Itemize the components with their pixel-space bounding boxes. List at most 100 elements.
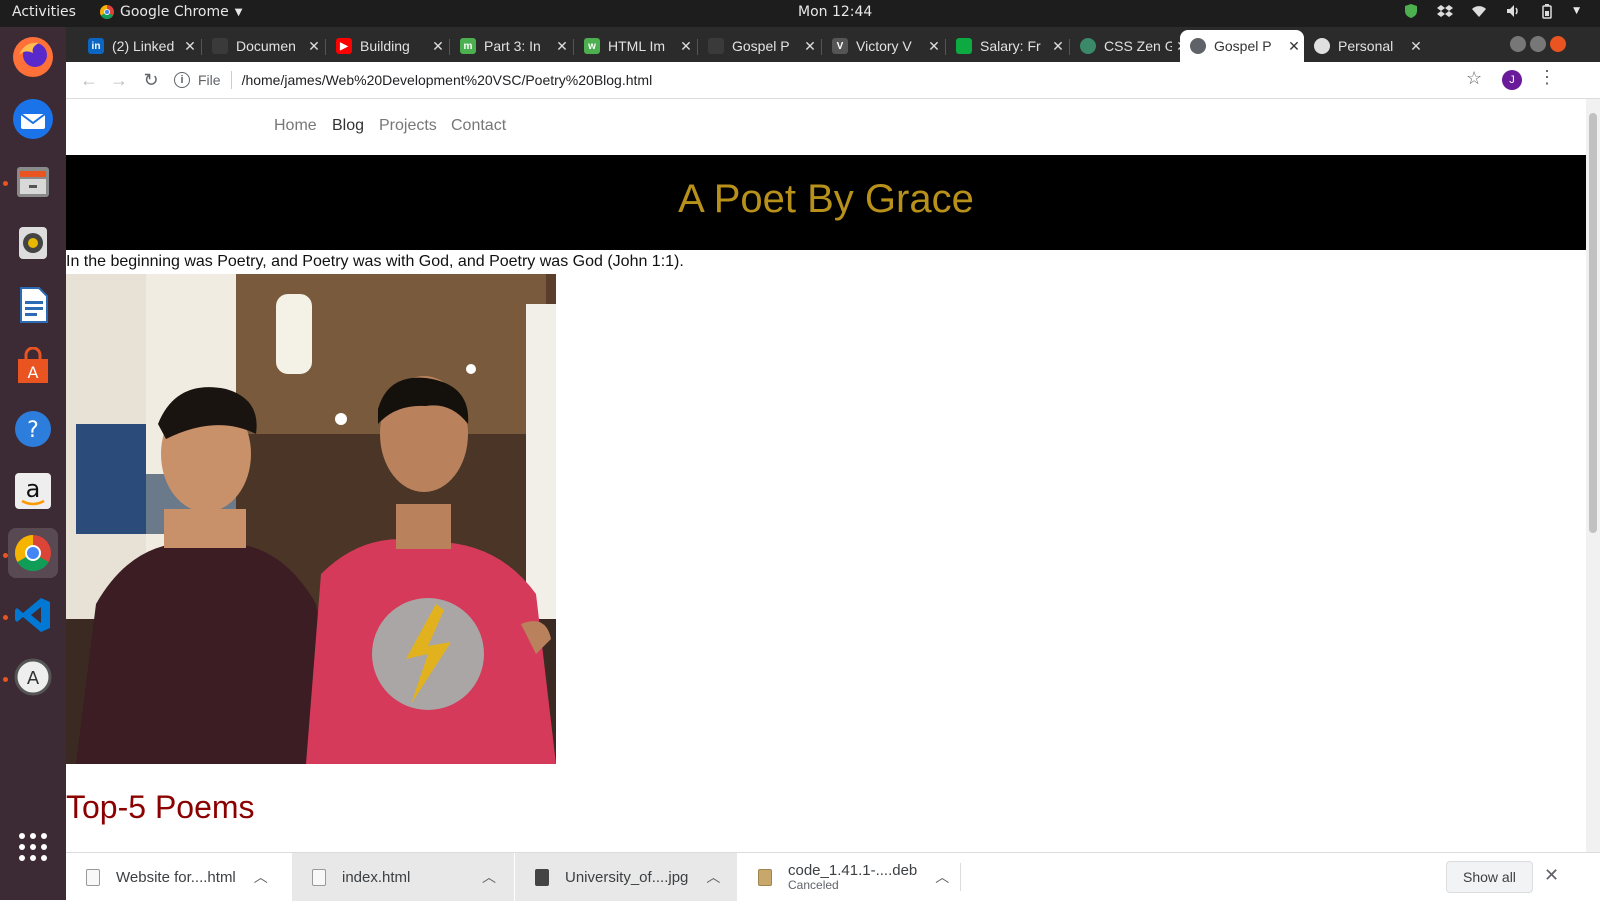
forward-arrow-icon[interactable]: →: [108, 69, 130, 91]
close-icon[interactable]: ✕: [552, 38, 572, 55]
close-window-button[interactable]: [1550, 36, 1566, 52]
wifi-icon[interactable]: [1471, 3, 1487, 19]
tab-title: Personal: [1338, 38, 1394, 54]
file-scheme-label: File: [198, 72, 221, 88]
nav-link-home[interactable]: Home: [274, 117, 317, 135]
document-icon: [212, 38, 228, 54]
shield-icon[interactable]: [1403, 3, 1419, 19]
close-icon[interactable]: ✕: [428, 38, 448, 55]
firefox-icon: [13, 37, 53, 77]
tab[interactable]: Personal ✕: [1304, 30, 1426, 62]
download-item[interactable]: code_1.41.1-....deb Canceled ︿: [738, 853, 960, 901]
tab[interactable]: m Part 3: In ✕: [450, 30, 572, 62]
tab[interactable]: Salary: Fr ✕: [946, 30, 1068, 62]
dock-thunderbird[interactable]: [8, 94, 58, 144]
minimize-button[interactable]: [1510, 36, 1526, 52]
nav-link-contact[interactable]: Contact: [451, 117, 506, 135]
chevron-up-icon[interactable]: ︿: [706, 867, 720, 887]
system-tray[interactable]: ▼: [1403, 3, 1580, 19]
maximize-button[interactable]: [1530, 36, 1546, 52]
profile-photo: [66, 274, 556, 764]
download-info: code_1.41.1-....deb Canceled: [788, 862, 917, 892]
more-menu-icon[interactable]: ⋮: [1538, 67, 1556, 88]
download-item[interactable]: Website for....html ︿: [66, 853, 288, 901]
site-navbar: Home Blog Projects Contact: [66, 99, 1586, 155]
back-arrow-icon[interactable]: ←: [78, 69, 100, 91]
downloads-shelf: Website for....html ︿ index.html ︿ Unive…: [66, 852, 1600, 901]
system-top-bar: Activities Google Chrome ▼ Mon 12:44 ▼: [0, 0, 1600, 27]
glassdoor-icon: [956, 38, 972, 54]
chevron-down-icon[interactable]: ▼: [1573, 6, 1580, 16]
close-icon[interactable]: ✕: [800, 38, 820, 55]
thunderbird-icon: [13, 99, 53, 139]
tab[interactable]: in (2) Linked ✕: [78, 30, 200, 62]
app-menu[interactable]: Google Chrome ▼: [100, 4, 242, 20]
close-icon[interactable]: ✕: [304, 38, 324, 55]
svg-text:A: A: [27, 668, 40, 689]
html-file-icon: [312, 868, 326, 886]
close-icon[interactable]: ✕: [924, 38, 944, 55]
close-icon[interactable]: ✕: [1284, 38, 1304, 55]
profile-avatar[interactable]: J: [1502, 70, 1522, 90]
dropbox-icon[interactable]: [1437, 3, 1454, 19]
dock-software[interactable]: A: [8, 342, 58, 392]
download-filename: University_of....jpg: [565, 868, 689, 886]
dock-files[interactable]: [8, 156, 58, 206]
dock-show-apps[interactable]: [8, 822, 58, 872]
scrollbar-thumb[interactable]: [1589, 113, 1597, 533]
tutorial-site-icon: w: [584, 38, 600, 54]
dock-rhythmbox[interactable]: [8, 218, 58, 268]
tab[interactable]: w HTML Im ✕: [574, 30, 696, 62]
close-icon[interactable]: ✕: [1544, 865, 1559, 886]
tab[interactable]: ▶ Building ✕: [326, 30, 448, 62]
tab[interactable]: Gospel P ✕: [698, 30, 820, 62]
close-icon[interactable]: ✕: [180, 38, 200, 55]
download-item[interactable]: index.html ︿: [292, 853, 514, 901]
chevron-up-icon[interactable]: ︿: [482, 867, 496, 887]
dock-firefox[interactable]: [8, 32, 58, 82]
dock-help[interactable]: ?: [8, 404, 58, 454]
activities-button[interactable]: Activities: [12, 4, 76, 20]
reload-icon[interactable]: ↻: [140, 69, 162, 91]
tab-title: Gospel P: [732, 38, 790, 54]
url-text[interactable]: /home/james/Web%20Development%20VSC/Poet…: [242, 72, 653, 88]
volume-icon[interactable]: [1505, 3, 1521, 19]
dock: A ? a A: [0, 27, 66, 900]
download-item[interactable]: University_of....jpg ︿: [515, 853, 737, 901]
globe-icon: [1190, 38, 1206, 54]
files-icon: [17, 167, 49, 197]
chrome-icon: [14, 535, 51, 572]
show-all-button[interactable]: Show all: [1446, 861, 1533, 893]
browser-toolbar: ← → ↻ i File /home/james/Web%20Developme…: [66, 62, 1600, 99]
dock-amazon[interactable]: a: [8, 466, 58, 516]
dock-updater[interactable]: A: [8, 652, 58, 702]
dock-vscode[interactable]: [8, 590, 58, 640]
bookmark-star-icon[interactable]: ☆: [1466, 68, 1482, 89]
vertical-scrollbar[interactable]: [1586, 99, 1600, 852]
divider: [960, 863, 961, 891]
tab-active[interactable]: Gospel P ✕: [1180, 30, 1304, 62]
dock-chrome[interactable]: [8, 528, 58, 578]
chevron-up-icon[interactable]: ︿: [254, 867, 268, 887]
image-file-icon: [535, 868, 549, 886]
page-title: A Poet By Grace: [678, 177, 974, 221]
rhythmbox-icon: [19, 227, 47, 259]
youtube-icon: ▶: [336, 38, 352, 54]
download-filename: code_1.41.1-....deb: [788, 862, 918, 879]
info-icon[interactable]: i: [174, 72, 190, 88]
divider: [230, 71, 232, 89]
tab[interactable]: V Victory V ✕: [822, 30, 944, 62]
clock[interactable]: Mon 12:44: [798, 4, 872, 20]
close-icon[interactable]: ✕: [1406, 38, 1426, 55]
nav-link-projects[interactable]: Projects: [379, 117, 437, 135]
dock-writer[interactable]: [8, 280, 58, 330]
battery-icon[interactable]: [1539, 3, 1555, 19]
tab[interactable]: CSS Zen G ✕: [1070, 30, 1192, 62]
nav-link-blog[interactable]: Blog: [332, 117, 364, 135]
address-bar[interactable]: i File /home/james/Web%20Development%20V…: [174, 66, 652, 94]
tab-title: CSS Zen G: [1104, 38, 1172, 54]
close-icon[interactable]: ✕: [1048, 38, 1068, 55]
chevron-up-icon[interactable]: ︿: [935, 867, 949, 887]
close-icon[interactable]: ✕: [676, 38, 696, 55]
tab[interactable]: Documen ✕: [202, 30, 324, 62]
